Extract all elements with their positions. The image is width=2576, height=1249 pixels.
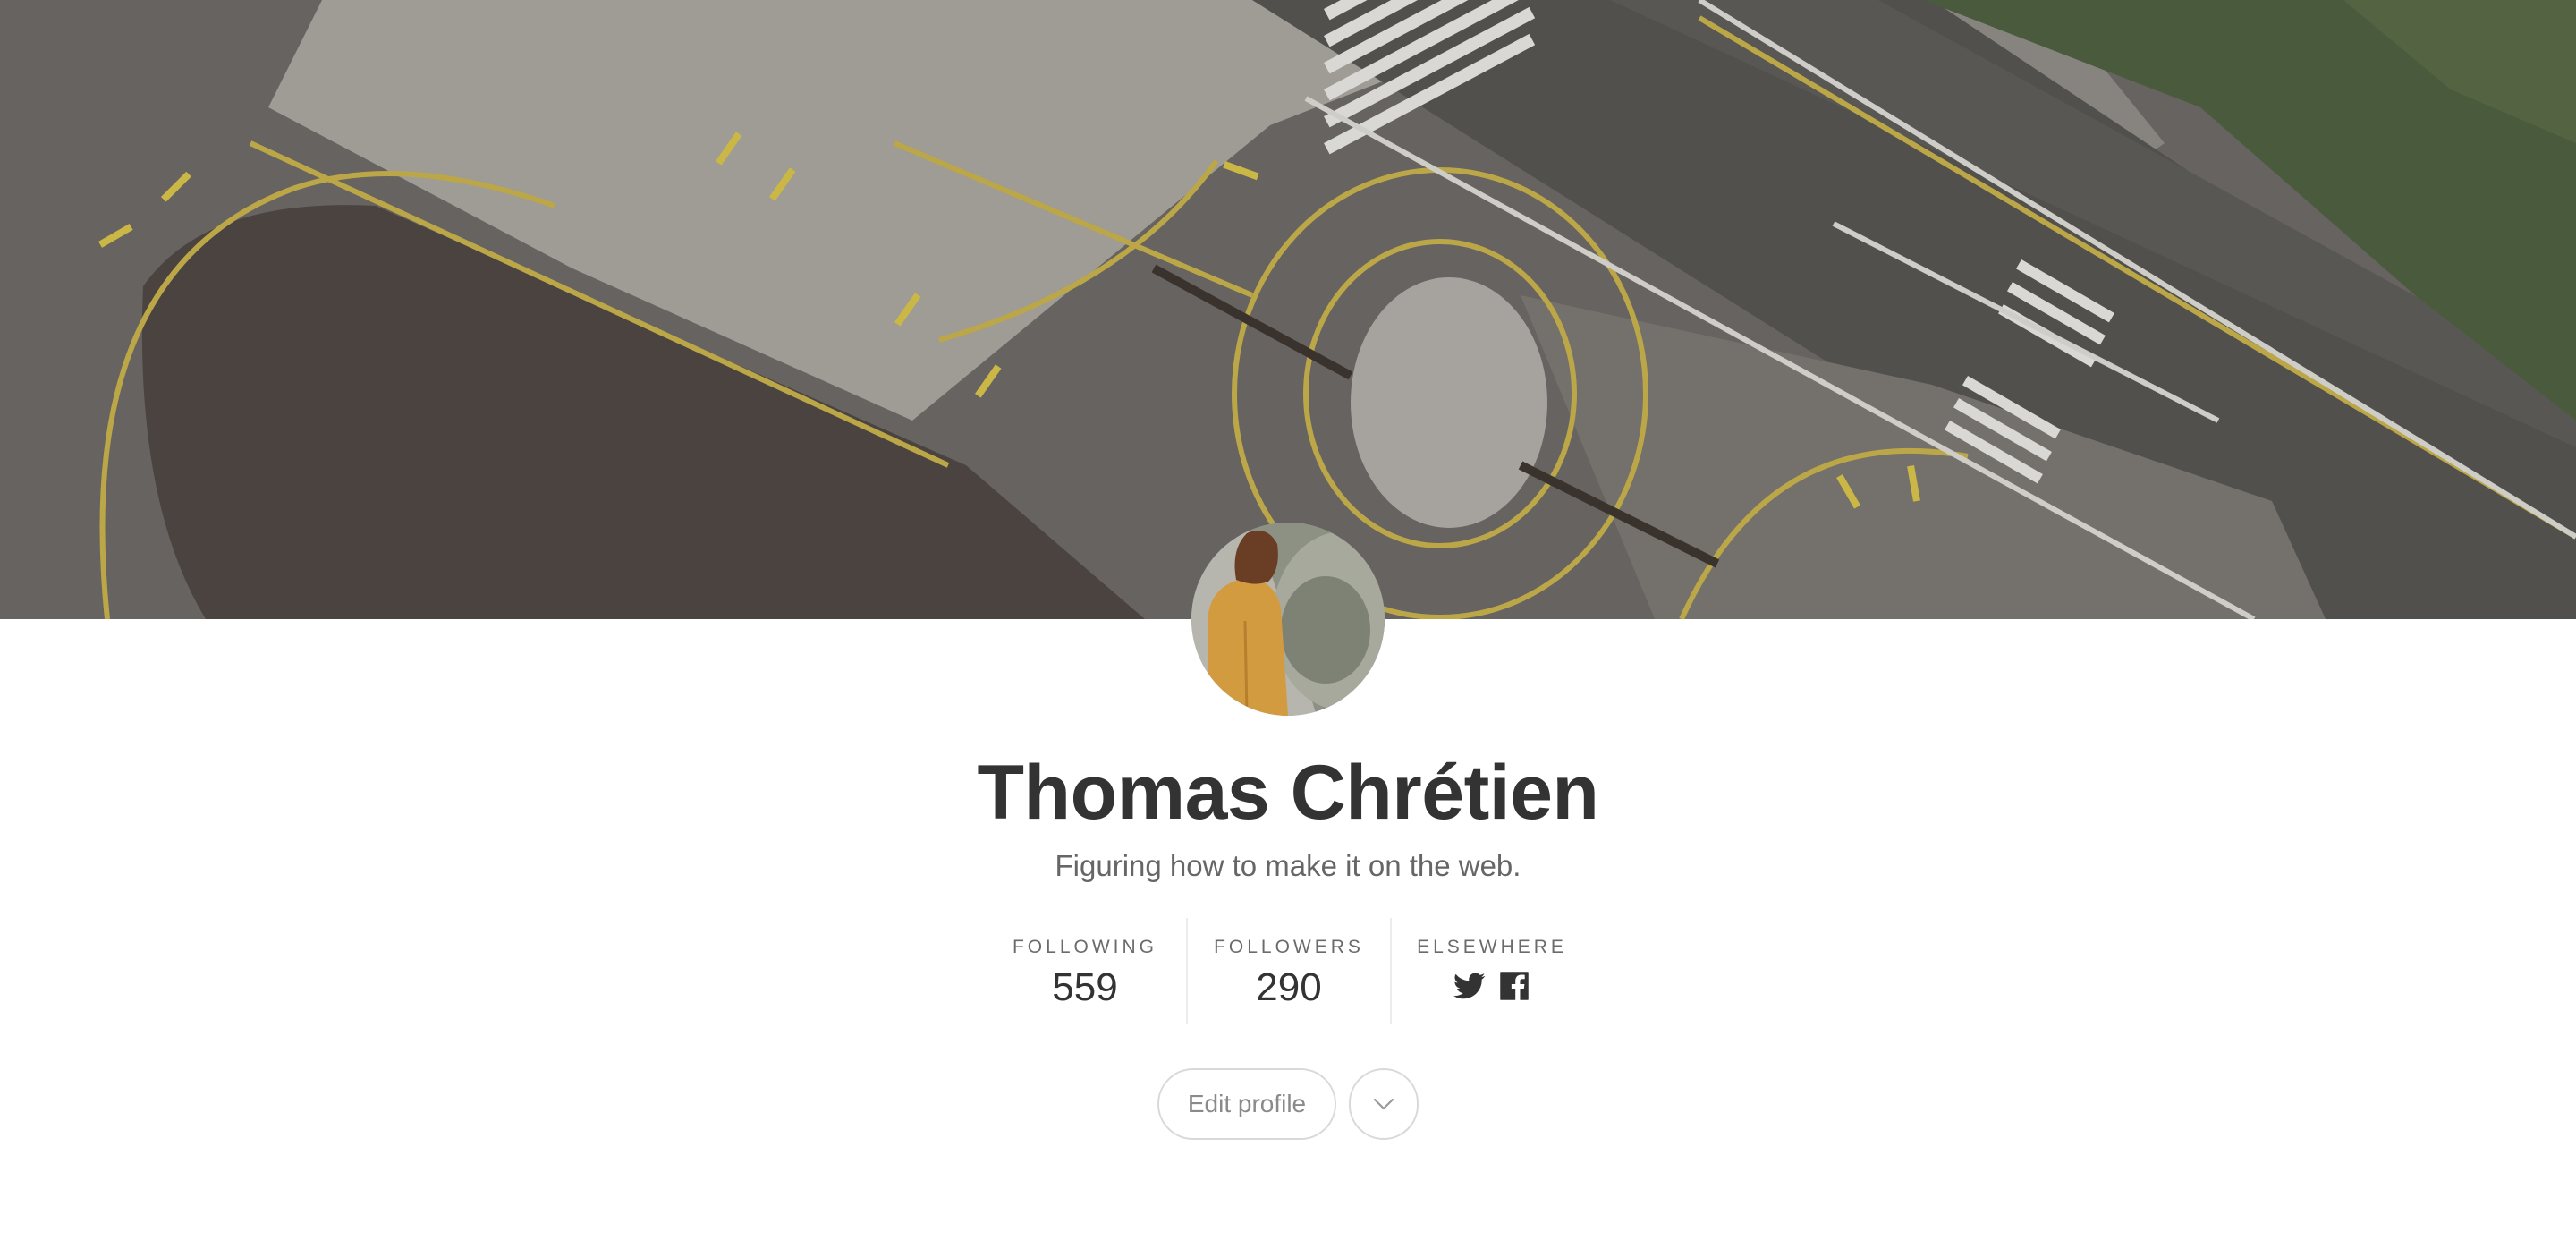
edit-profile-button[interactable]: Edit profile xyxy=(1157,1068,1336,1140)
followers-count: 290 xyxy=(1256,965,1322,1009)
twitter-icon[interactable] xyxy=(1453,970,1486,1002)
profile-stats: FOLLOWING 559 FOLLOWERS 290 ELSEWHERE xyxy=(984,918,1592,1024)
following-stat[interactable]: FOLLOWING 559 xyxy=(984,918,1186,1024)
profile-name: Thomas Chrétien xyxy=(977,750,1599,836)
social-links xyxy=(1453,970,1530,1002)
followers-stat[interactable]: FOLLOWERS 290 xyxy=(1186,918,1390,1024)
avatar[interactable] xyxy=(1191,523,1385,716)
more-options-button[interactable] xyxy=(1349,1068,1419,1140)
elsewhere-stat: ELSEWHERE xyxy=(1390,918,1592,1024)
facebook-icon[interactable] xyxy=(1498,970,1530,1002)
followers-label: FOLLOWERS xyxy=(1214,937,1364,957)
elsewhere-label: ELSEWHERE xyxy=(1417,937,1567,957)
profile-bio: Figuring how to make it on the web. xyxy=(1055,849,1521,882)
chevron-down-icon xyxy=(1373,1098,1394,1110)
following-label: FOLLOWING xyxy=(1012,937,1157,957)
following-count: 559 xyxy=(1052,965,1118,1009)
